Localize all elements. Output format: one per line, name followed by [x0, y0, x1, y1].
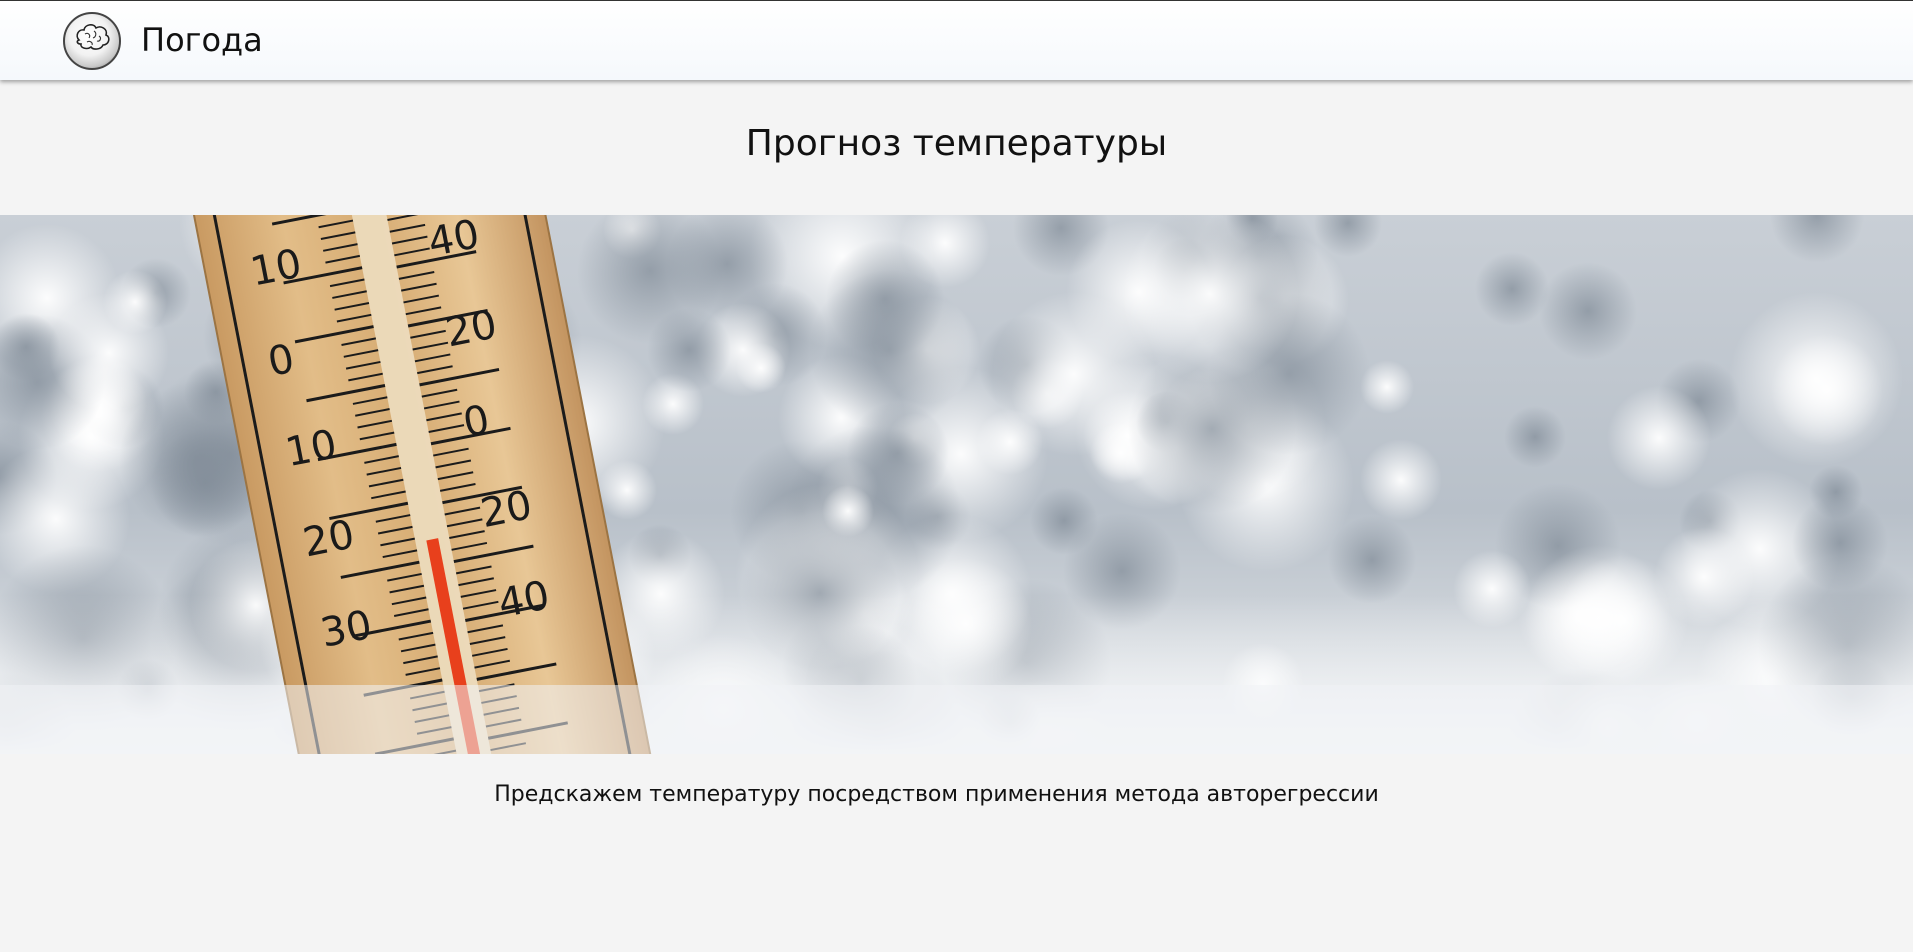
scale-label-left: 30: [317, 602, 376, 657]
hero-banner-image: 20100102030 60402002040: [0, 215, 1913, 754]
scale-label-left: 10: [247, 241, 306, 296]
scale-label-right: 20: [442, 302, 501, 357]
page-subtitle: Предскажем температуру посредством приме…: [494, 782, 1379, 807]
snow-bokeh: [847, 402, 949, 504]
scale-label-right: 20: [477, 482, 536, 537]
scale-label-left: 10: [282, 421, 341, 476]
brain-cloud-logo-icon[interactable]: [63, 12, 121, 70]
snow-bokeh: [1729, 292, 1903, 466]
scale-label-right: 40: [495, 572, 554, 627]
snow-bokeh: [597, 460, 657, 520]
scale-label-left: 20: [299, 512, 358, 567]
snow-bokeh: [1504, 406, 1566, 468]
page-title: Прогноз температуры: [745, 123, 1168, 164]
brand-title[interactable]: Погода: [141, 19, 263, 61]
snow-bokeh: [1360, 439, 1442, 521]
snow-bokeh: [1475, 252, 1549, 326]
snow-bokeh: [1607, 386, 1711, 490]
thermometer-in-snow-image: 20100102030 60402002040: [0, 215, 1913, 754]
top-navbar: Погода: [0, 0, 1913, 80]
snow-bokeh: [1539, 262, 1637, 360]
snow-bokeh: [103, 270, 167, 334]
